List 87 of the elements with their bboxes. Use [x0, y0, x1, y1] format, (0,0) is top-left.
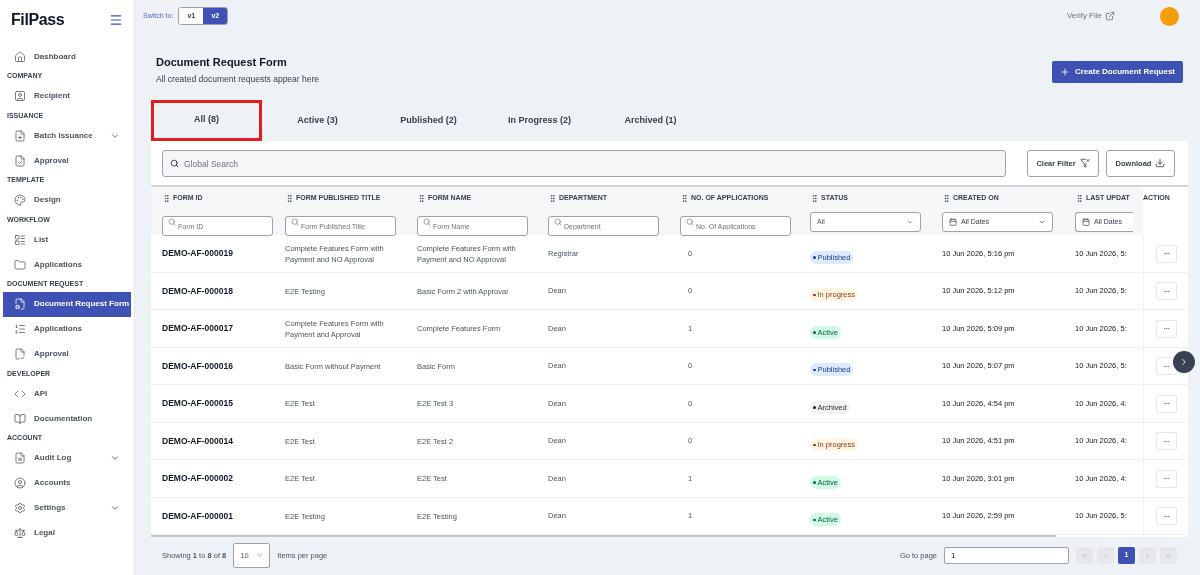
nav-icon	[14, 477, 26, 489]
drag-handle-icon[interactable]	[162, 194, 171, 203]
avatar[interactable]	[1160, 6, 1179, 26]
search-icon	[423, 217, 431, 226]
chevron-left-icon	[1102, 551, 1109, 559]
chevron-right-icon	[1179, 357, 1189, 367]
drag-handle-icon[interactable]	[285, 194, 294, 203]
download-icon	[1155, 158, 1166, 169]
nav-icon	[14, 348, 26, 360]
nav-icon	[14, 502, 26, 514]
table-cell-text: DEMO-AF-000016	[161, 359, 234, 373]
page-title: Document Request Form	[156, 55, 288, 70]
nav-icon	[14, 412, 26, 425]
sidebar-item[interactable]: Design	[3, 187, 131, 213]
table-cell-text: DEMO-AF-000014	[161, 434, 234, 448]
global-search-field[interactable]: Global Search	[162, 150, 1006, 178]
sidebar-item[interactable]: Applications	[3, 316, 131, 342]
sidebar-item[interactable]: Document Request Form	[3, 291, 131, 317]
table-cell-text: DEMO-AF-000002	[161, 472, 234, 485]
drag-handle-icon[interactable]	[1075, 194, 1084, 203]
app-logo: FilPass	[11, 10, 65, 30]
scroll-right-button[interactable]	[1173, 351, 1195, 373]
sidebar-item[interactable]: Settings	[3, 495, 131, 521]
drag-handle-icon[interactable]	[680, 194, 689, 203]
next-page-button[interactable]	[1139, 546, 1156, 564]
nav-icon	[14, 323, 26, 335]
search-icon	[170, 158, 179, 168]
create-button[interactable]: Create Document Request	[1051, 61, 1183, 84]
table-cell-text: DEMO-AF-000019	[161, 247, 234, 260]
prev-page-button[interactable]	[1097, 546, 1114, 564]
search-icon	[686, 217, 694, 226]
filter-clear-icon	[1079, 158, 1090, 169]
verify-file-link[interactable]: Verify File	[1066, 10, 1115, 22]
table-cell-text: DEMO-AF-000015	[161, 397, 234, 410]
nav-icon	[14, 154, 26, 167]
sidebar-item[interactable]: Legal	[3, 520, 131, 546]
sidebar-item[interactable]: Documentation	[3, 406, 131, 431]
calendar-icon	[949, 217, 957, 226]
nav-icon	[14, 298, 26, 310]
filter-tab[interactable]: Active (3)	[262, 100, 373, 142]
table-cell-text: DEMO-AF-000018	[161, 284, 234, 298]
drag-handle-icon[interactable]	[942, 194, 951, 203]
drag-handle-icon[interactable]	[548, 194, 557, 203]
nav-icon	[14, 233, 26, 246]
sidebar-item[interactable]: Recipient	[3, 83, 131, 109]
horizontal-scrollbar[interactable]	[151, 535, 1056, 538]
table-cell-text: DEMO-AF-000001	[161, 509, 234, 523]
nav-icon	[14, 129, 26, 142]
filter-tab[interactable]: In Progress (2)	[484, 100, 595, 142]
sidebar-item[interactable]: Dashboard	[3, 44, 131, 69]
double-chevron-left-icon	[1081, 551, 1088, 559]
chevron-right-icon	[1144, 551, 1151, 559]
nav-icon	[14, 194, 26, 206]
filter-tab[interactable]: All (8)	[151, 100, 262, 142]
search-icon	[291, 217, 299, 226]
drag-handle-icon[interactable]	[810, 194, 819, 203]
nav-icon	[14, 258, 26, 271]
external-link-icon	[1105, 11, 1115, 21]
filter-tab[interactable]: Archived (1)	[595, 100, 706, 142]
nav-icon	[14, 50, 26, 63]
sidebar-item[interactable]: List	[3, 227, 131, 252]
nav-icon	[14, 527, 26, 539]
filter-tab[interactable]: Published (2)	[373, 100, 484, 142]
double-chevron-right-icon	[1165, 551, 1172, 559]
last-page-button[interactable]	[1160, 546, 1177, 564]
sidebar-item[interactable]: Approval	[3, 148, 131, 173]
nav-icon	[14, 90, 26, 102]
menu-icon[interactable]	[109, 13, 123, 27]
search-icon	[168, 217, 176, 226]
page-subtitle: All created document requests appear here	[156, 72, 319, 86]
sidebar-item[interactable]: Applications	[3, 252, 131, 277]
nav-icon	[14, 452, 26, 464]
first-page-button[interactable]	[1076, 546, 1093, 564]
calendar-icon	[1082, 217, 1090, 226]
plus-icon	[1059, 67, 1070, 78]
search-icon	[554, 217, 562, 226]
goto-page-field[interactable]: 1	[944, 546, 1069, 564]
drag-handle-icon[interactable]	[417, 194, 426, 203]
sidebar-item[interactable]: Approval	[3, 341, 131, 367]
sidebar-item[interactable]: Accounts	[3, 470, 131, 496]
table-cell-text: DEMO-AF-000017	[161, 322, 234, 335]
chevron-icon	[110, 503, 120, 513]
chevron-icon	[110, 453, 120, 463]
sidebar-item[interactable]: API	[3, 381, 131, 406]
sidebar-item[interactable]: Batch Issuance	[3, 123, 131, 148]
chevron-icon	[256, 551, 264, 559]
sidebar-item[interactable]: Audit Log	[3, 445, 131, 471]
